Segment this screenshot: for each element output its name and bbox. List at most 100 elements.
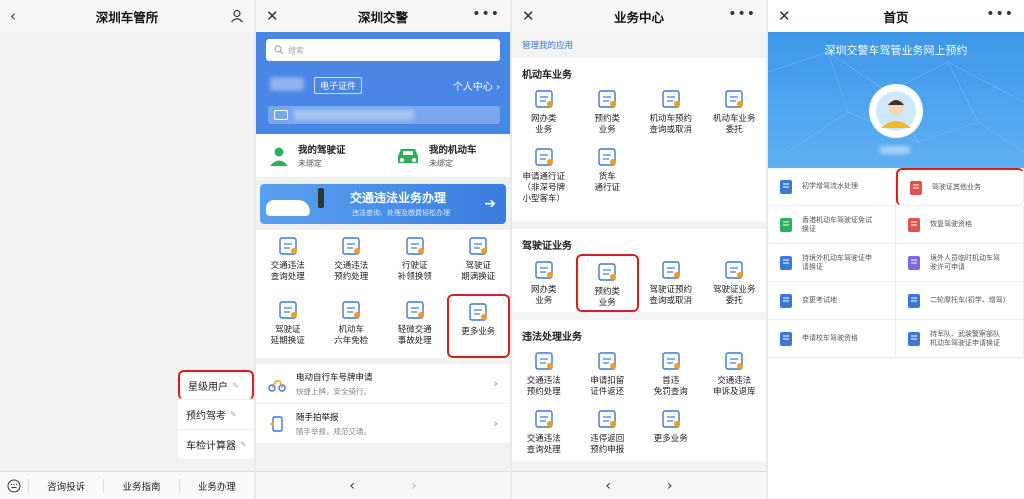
my-license[interactable]: 我的驾驶证 未绑定 <box>256 142 383 169</box>
grid-item[interactable]: 更多业务 <box>639 403 703 461</box>
appointment-item[interactable]: 二轮摩托车(初学、增驾) <box>896 282 1024 320</box>
grid-item-label: 驾驶证 延期换证 <box>270 325 305 346</box>
grid-item[interactable]: 交通违法 预约处理 <box>320 230 384 294</box>
list-item-photo-report[interactable]: 随手拍举报 随手举报，规范交通。 › <box>256 404 510 444</box>
back-icon[interactable]: ‹ <box>349 478 355 494</box>
menu-item-inspection-calculator[interactable]: 车检计算器 ✎ <box>178 430 254 460</box>
grid-item[interactable]: 违停返回 预约申报 <box>576 403 640 461</box>
grid-item[interactable]: 网办类 业务 <box>512 254 576 312</box>
grid-item[interactable]: 行驶证 补领换领 <box>383 230 447 294</box>
forward-icon[interactable]: › <box>667 478 673 494</box>
bottom-tab-complaint[interactable]: 咨询投诉 <box>28 478 103 493</box>
section-grid: 网办类 业务 预约类 业务 驾驶证预约 查询或取消 驾驶证业务 委托 <box>512 254 766 312</box>
grid-item-label: 预约类 业务 <box>594 287 620 308</box>
service-icon <box>660 351 682 371</box>
appointment-item[interactable]: 持军队、武装警察部队 机动车驾驶证申请换证 <box>896 320 1024 358</box>
grid-item[interactable]: 预约类 业务 <box>575 254 639 312</box>
grid-item[interactable]: 轻微交通 事故处理 <box>383 294 447 358</box>
service-icon <box>723 89 745 109</box>
menu-item-driving-test[interactable]: 预约驾考 ✎ <box>178 400 254 430</box>
back-icon[interactable]: ‹ <box>605 478 611 494</box>
service-icon <box>660 260 682 280</box>
document-icon <box>906 255 922 271</box>
business-sections: 机动车业务 网办类 业务 预约类 业务 机动车预约 查询或取消 机动车业务 委托 申请通行… <box>512 58 766 461</box>
grid-item[interactable]: 更多业务 <box>446 294 510 358</box>
service-icon <box>660 409 682 429</box>
grid-item-label: 更多业务 <box>653 434 688 444</box>
list-item-title: 电动自行车号牌申请 <box>296 372 373 383</box>
bottom-tab-guide[interactable]: 业务指南 <box>103 478 178 493</box>
chevron-right-icon: › <box>493 417 498 430</box>
e-certificate-button[interactable]: 电子证件 <box>314 77 363 94</box>
browser-nav-bar: ‹ › <box>512 471 766 499</box>
grid-item-label: 机动车 六年免检 <box>334 325 369 346</box>
user-icon[interactable] <box>230 9 244 23</box>
grid-item[interactable]: 驾驶证预约 查询或取消 <box>639 254 703 312</box>
bottom-tab-business[interactable]: 业务办理 <box>178 478 254 493</box>
more-icon[interactable]: ••• <box>472 6 500 22</box>
edit-icon: ✎ <box>240 440 247 449</box>
grid-item[interactable]: 申请通行证 （非深号牌 小型客车） <box>512 141 576 221</box>
appointment-item[interactable]: 申请校车驾驶资格 <box>768 320 896 358</box>
grid-item-label: 货车 通行证 <box>594 172 620 193</box>
keyboard-icon[interactable] <box>0 479 28 493</box>
section-grid: 网办类 业务 预约类 业务 机动车预约 查询或取消 机动车业务 委托申请通行证 （非深… <box>512 83 766 221</box>
grid-item-label: 机动车业务 委托 <box>712 114 756 135</box>
appointment-item[interactable]: 驾驶证其他业务 <box>896 168 1024 206</box>
grid-item-label: 申请扣留 证件返还 <box>590 376 625 397</box>
grid-item-label: 网办类 业务 <box>530 114 557 135</box>
list-item-ebike-plate[interactable]: 电动自行车号牌申请 快捷上牌，安全骑行。 › <box>256 364 510 404</box>
grid-item[interactable]: 交通违法 申诉及退库 <box>703 345 767 403</box>
manage-apps-link[interactable]: 管理我的应用 <box>512 32 766 58</box>
grid-item[interactable]: 货车 通行证 <box>576 141 640 221</box>
service-icon <box>596 351 618 371</box>
document-icon <box>778 217 794 233</box>
close-icon[interactable]: ✕ <box>266 7 279 25</box>
grid-item[interactable]: 网办类 业务 <box>512 83 576 141</box>
grid-item[interactable]: 交通违法 预约处理 <box>512 345 576 403</box>
grid-item[interactable]: 机动车 六年免检 <box>320 294 384 358</box>
more-icon[interactable]: ••• <box>986 6 1014 22</box>
grid-item[interactable]: 机动车业务 委托 <box>703 83 767 141</box>
grid-item[interactable]: 机动车预约 查询或取消 <box>639 83 703 141</box>
service-icon <box>340 236 362 256</box>
blurred-name <box>880 146 910 154</box>
id-card-bar[interactable] <box>268 106 500 124</box>
personal-center-link[interactable]: 个人中心 › <box>453 78 500 93</box>
back-icon[interactable]: ‹ <box>10 7 16 25</box>
appointment-item[interactable]: 变更考试地 <box>768 282 896 320</box>
grid-item[interactable]: 驾驶证 期满换证 <box>447 230 511 294</box>
bottom-menu-bar: 咨询投诉 业务指南 业务办理 <box>0 471 254 499</box>
grid-item[interactable]: 首违 免罚查询 <box>639 345 703 403</box>
traffic-violation-banner[interactable]: 交通违法业务办理 违法查询、处理及缴费轻松办理 ➔ <box>260 184 506 224</box>
grid-item[interactable]: 交通违法 查询处理 <box>512 403 576 461</box>
search-input[interactable]: 搜索 <box>266 39 500 61</box>
appointment-item[interactable]: 持境外机动车驾驶证申 请换证 <box>768 244 896 282</box>
grid-item[interactable]: 驾驶证业务 委托 <box>703 254 767 312</box>
close-icon[interactable]: ✕ <box>778 7 791 25</box>
service-grid: 交通违法 查询处理 交通违法 预约处理 行驶证 补领换领 驾驶证 期满换证驾驶证 延期… <box>256 230 510 358</box>
appointment-item[interactable]: 恢复驾驶资格 <box>896 206 1024 244</box>
document-icon <box>778 255 794 271</box>
appointment-item[interactable]: 境外人员临时机动车驾 驶许可申请 <box>896 244 1024 282</box>
page-title: 深圳交警 <box>357 9 408 25</box>
service-icon <box>467 236 489 256</box>
panel-home: ✕ 首页 ••• 深圳交警车驾管业务网上预约 初学增驾流水处理 驾驶证其他业务 香港… <box>768 0 1024 499</box>
close-icon[interactable]: ✕ <box>522 7 535 25</box>
car-icon <box>398 148 418 163</box>
grid-item[interactable]: 交通违法 查询处理 <box>256 230 320 294</box>
avatar[interactable] <box>869 84 923 138</box>
more-icon[interactable]: ••• <box>728 6 756 22</box>
grid-item[interactable]: 申请扣留 证件返还 <box>576 345 640 403</box>
grid-item[interactable]: 预约类 业务 <box>576 83 640 141</box>
page-title: 深圳车管所 <box>95 9 159 25</box>
my-vehicle[interactable]: 我的机动车 未绑定 <box>383 142 510 169</box>
grid-item[interactable]: 驾驶证 延期换证 <box>256 294 320 358</box>
appointment-item[interactable]: 香港机动车驾驶证免试 换证 <box>768 206 896 244</box>
service-list: 电动自行车号牌申请 快捷上牌，安全骑行。 › 随手拍举报 随手举报，规范交通。 › <box>256 364 510 444</box>
appointment-item[interactable]: 初学增驾流水处理 <box>768 168 896 206</box>
forward-icon[interactable]: › <box>411 478 417 494</box>
section-header: 机动车业务 <box>522 70 572 81</box>
menu-item-star-user[interactable]: 星级用户 ✎ <box>178 370 254 400</box>
blurred-id <box>294 110 414 120</box>
